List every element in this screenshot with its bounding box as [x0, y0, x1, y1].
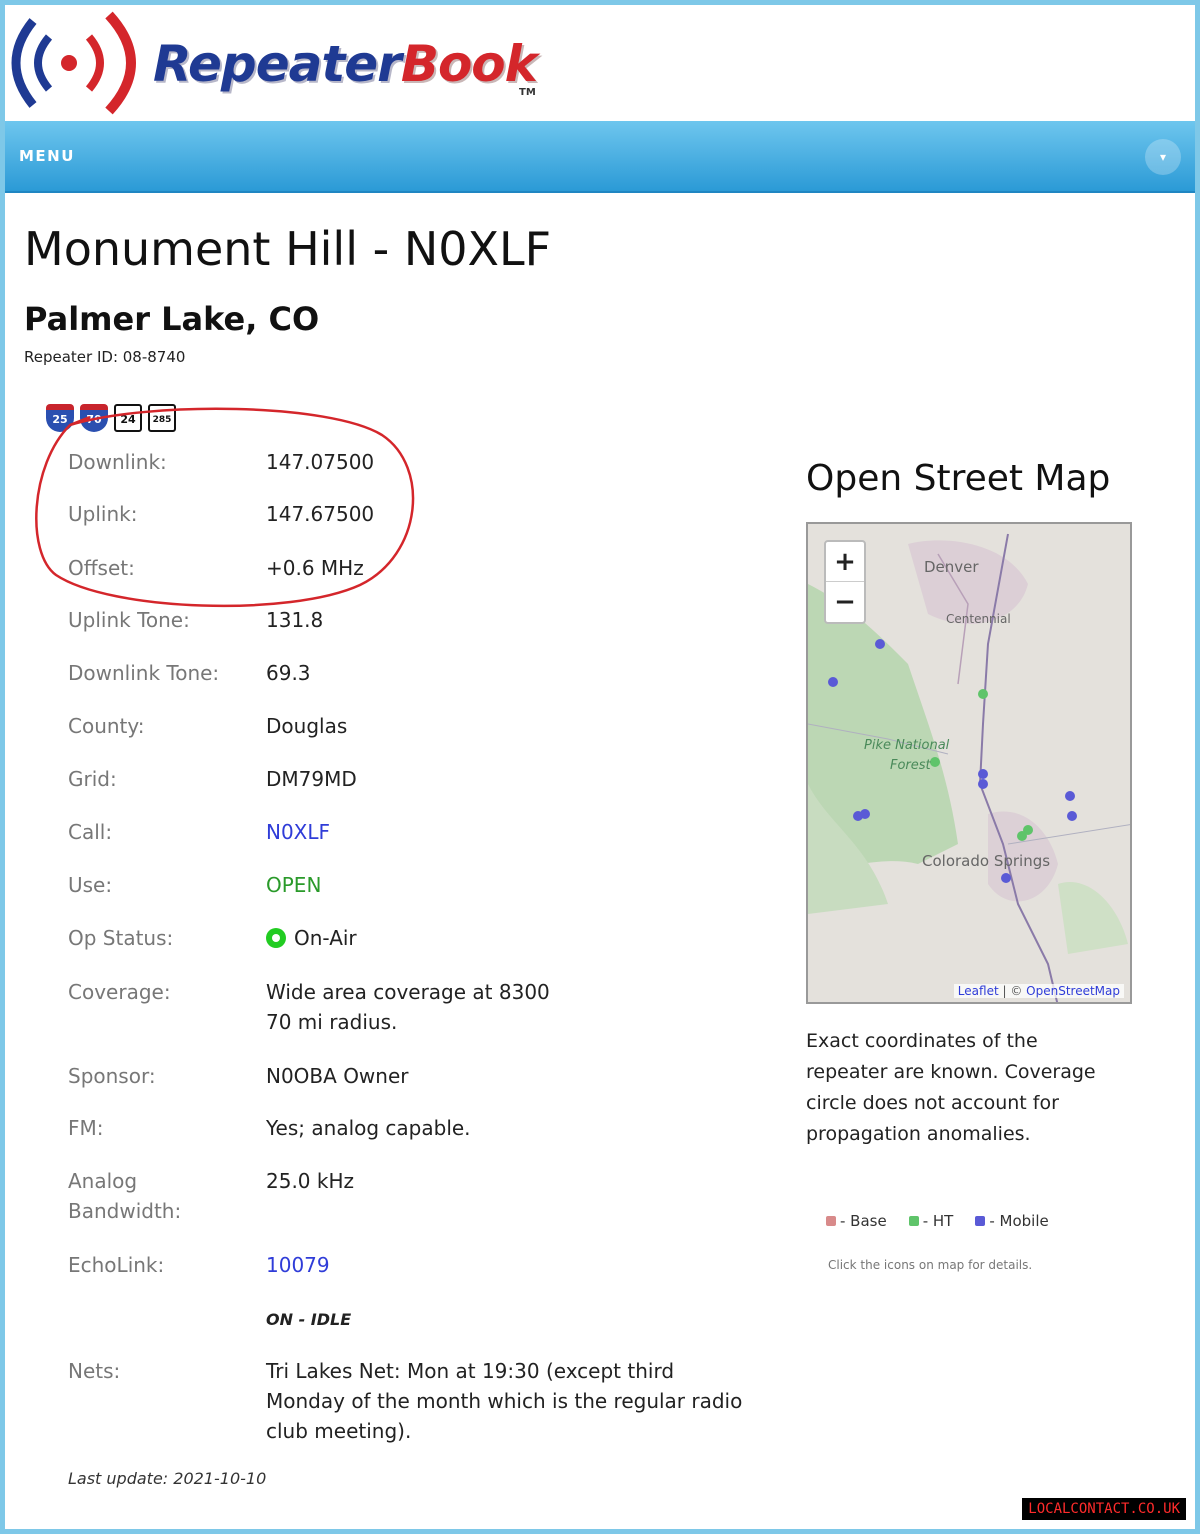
attribution-separator: | ©: [998, 984, 1027, 998]
downlink-label: Downlink:: [68, 450, 167, 474]
analog-bandwidth-label: Analog Bandwidth:: [68, 1166, 258, 1226]
grid-label: Grid:: [68, 767, 117, 791]
legend-mobile-label: - Mobile: [989, 1212, 1049, 1230]
echolink-label: EchoLink:: [68, 1253, 165, 1277]
base-marker-icon: [826, 1216, 836, 1226]
brand-logo[interactable]: RepeaterBook: [153, 35, 538, 93]
openstreetmap-link[interactable]: OpenStreetMap: [1026, 984, 1120, 998]
downlink-value: 147.07500: [266, 450, 375, 474]
uplink-label: Uplink:: [68, 502, 138, 526]
map-title: Open Street Map: [806, 458, 1111, 499]
nets-label: Nets:: [68, 1359, 121, 1383]
use-label: Use:: [68, 873, 113, 897]
offset-value: +0.6 MHz: [266, 556, 364, 580]
map-attribution: Leaflet | © OpenStreetMap: [953, 984, 1124, 998]
page-title: Monument Hill - N0XLF: [24, 222, 552, 276]
uplink-value: 147.67500: [266, 502, 375, 526]
uplink-tone-label: Uplink Tone:: [68, 608, 190, 632]
map-label-forest-2: Forest: [890, 758, 931, 773]
offset-label: Offset:: [68, 556, 135, 580]
map-label-colorado-springs: Colorado Springs: [922, 852, 1051, 870]
on-air-status-icon: [266, 928, 286, 948]
map-hint: Click the icons on map for details.: [828, 1258, 1033, 1272]
ht-marker-icon: [908, 1216, 919, 1226]
analog-bandwidth-label-1: Analog: [68, 1169, 138, 1193]
legend-ht: - HT: [908, 1212, 954, 1230]
legend-mobile: - Mobile: [975, 1212, 1049, 1230]
coverage-label: Coverage:: [68, 980, 171, 1004]
site-header: RepeaterBook TM: [5, 5, 1195, 121]
chevron-down-icon[interactable]: ▾: [1145, 139, 1181, 175]
nets-line-2: Monday of the month which is the regular…: [266, 1389, 743, 1413]
map-legend: - Base - HT - Mobile: [826, 1212, 1049, 1230]
op-status-value: On-Air: [266, 923, 776, 953]
echolink-link[interactable]: 10079: [266, 1250, 776, 1280]
nets-line-3: club meeting).: [266, 1419, 412, 1443]
map-view[interactable]: Denver Centennial Pike National Forest C…: [806, 522, 1132, 1004]
downlink-tone-label: Downlink Tone:: [68, 661, 220, 685]
op-status-label: Op Status:: [68, 926, 174, 950]
location-title: Palmer Lake, CO: [24, 300, 320, 338]
map-label-forest-1: Pike National: [864, 738, 950, 753]
downlink-tone-value: 69.3: [266, 661, 311, 685]
nets-value: Tri Lakes Net: Mon at 19:30 (except thir…: [266, 1356, 776, 1446]
grid-value: DM79MD: [266, 767, 357, 791]
map-label-denver: Denver: [924, 558, 979, 576]
leaflet-link[interactable]: Leaflet: [958, 984, 999, 998]
legend-base: - Base: [826, 1212, 887, 1230]
call-label: Call:: [68, 820, 113, 844]
echolink-status: ON - IDLE: [266, 1310, 352, 1329]
nets-line-1: Tri Lakes Net: Mon at 19:30 (except thir…: [266, 1359, 675, 1383]
coverage-line-2: 70 mi radius.: [266, 1010, 398, 1034]
coverage-line-1: Wide area coverage at 8300: [266, 980, 550, 1004]
brand-name-part1: Repeater: [153, 35, 402, 93]
sponsor-label: Sponsor:: [68, 1064, 156, 1088]
county-label: County:: [68, 714, 145, 738]
uplink-tone-value: 131.8: [266, 608, 324, 632]
brand-name-part2: Book: [400, 35, 538, 93]
legend-ht-label: - HT: [922, 1212, 954, 1230]
menu-bar: MENU ▾: [5, 121, 1195, 193]
fm-label: FM:: [68, 1116, 104, 1140]
map-label-centennial: Centennial: [946, 612, 1011, 626]
legend-base-label: - Base: [840, 1212, 887, 1230]
zoom-out-button[interactable]: −: [826, 582, 864, 622]
radio-waves-icon: [11, 11, 136, 115]
analog-bandwidth-value: 25.0 kHz: [266, 1169, 355, 1193]
mobile-marker-icon: [975, 1216, 986, 1226]
zoom-in-button[interactable]: +: [826, 542, 864, 582]
fm-value: Yes; analog capable.: [266, 1116, 471, 1140]
menu-button[interactable]: MENU: [19, 147, 75, 165]
use-value: OPEN: [266, 873, 322, 897]
repeater-id: Repeater ID: 08-8740: [24, 348, 186, 366]
county-value: Douglas: [266, 714, 348, 738]
trademark: TM: [519, 87, 536, 98]
last-update: Last update: 2021-10-10: [68, 1469, 267, 1488]
sponsor-value: N0OBA Owner: [266, 1064, 409, 1088]
map-note: Exact coordinates of the repeater are kn…: [806, 1030, 1096, 1145]
map-zoom-control: + −: [824, 540, 866, 624]
coverage-value: Wide area coverage at 8300 70 mi radius.: [266, 977, 776, 1037]
op-status-text: On-Air: [294, 926, 357, 950]
watermark: LOCALCONTACT.CO.UK: [1022, 1498, 1186, 1520]
analog-bandwidth-label-2: Bandwidth:: [68, 1199, 182, 1223]
call-link[interactable]: N0XLF: [266, 817, 776, 847]
